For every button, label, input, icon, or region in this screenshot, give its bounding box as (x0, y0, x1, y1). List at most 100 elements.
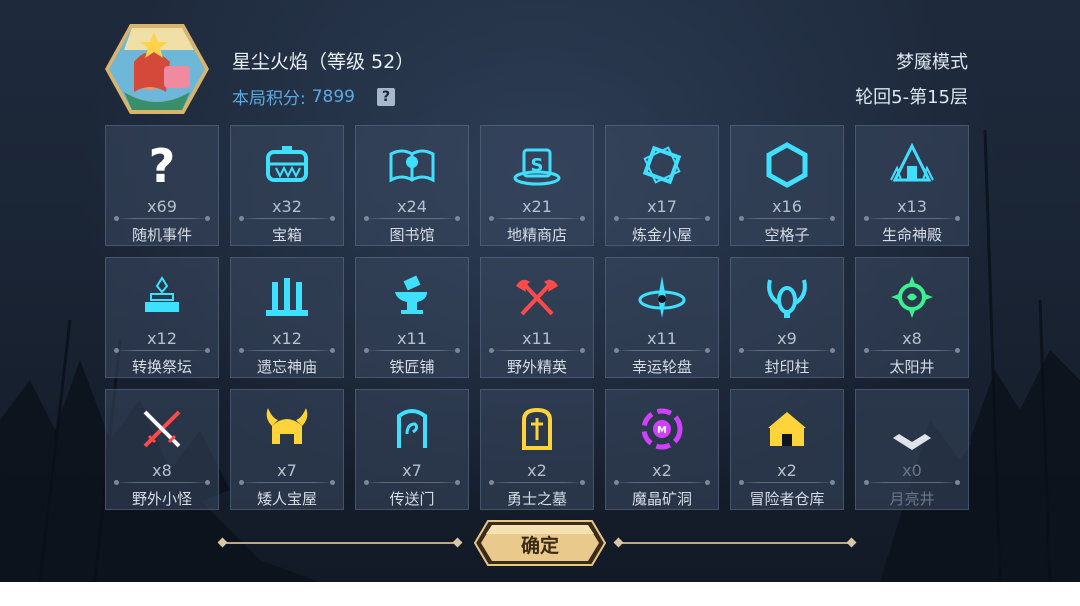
event-count: x21 (522, 197, 552, 216)
cycle-info: 轮回5-第15层 (855, 87, 968, 108)
tile-divider (114, 348, 210, 353)
confirm-label: 确定 (520, 535, 559, 557)
warehouse-icon (762, 404, 812, 454)
tile-divider (114, 216, 210, 221)
event-count: x16 (772, 197, 802, 216)
event-tile[interactable]: x8 太阳井 (855, 257, 969, 378)
event-tile[interactable]: x24 图书馆 (355, 125, 469, 246)
event-tile[interactable]: x16 空格子 (730, 125, 844, 246)
event-label: 炼金小屋 (631, 226, 692, 244)
tile-divider (239, 216, 335, 221)
question-icon: ? (137, 139, 187, 193)
event-count: x11 (647, 329, 677, 348)
player-name: 星尘火焰（等级 52） (232, 51, 415, 73)
book-icon (387, 140, 437, 190)
game-screen: 星尘火焰（等级 52） 本局积分: 7899 ? 梦魇模式 轮回5-第15层 ?… (0, 0, 1080, 582)
event-count: x7 (402, 461, 422, 480)
anvil-icon (387, 272, 437, 322)
event-tile[interactable]: x11 幸运轮盘 (605, 257, 719, 378)
tile-divider (364, 216, 460, 221)
svg-text:M: M (657, 425, 667, 436)
moon-well-icon (887, 404, 937, 454)
tile-divider (239, 348, 335, 353)
event-tile[interactable]: x17 炼金小屋 (605, 125, 719, 246)
tile-divider (864, 480, 960, 485)
tile-divider (364, 480, 460, 485)
tile-divider (739, 216, 835, 221)
event-tile[interactable]: x7 矮人宝屋 (230, 389, 344, 510)
event-count: x11 (397, 329, 427, 348)
event-count: x69 (147, 197, 177, 216)
event-tile[interactable]: Mx2 魔晶矿洞 (605, 389, 719, 510)
tile-divider (864, 216, 960, 221)
tile-divider (114, 480, 210, 485)
event-label: 冒险者仓库 (749, 490, 825, 508)
event-label: 地精商店 (506, 226, 567, 244)
crystal-mine-icon: M (637, 404, 687, 454)
event-count: x2 (652, 461, 672, 480)
event-label: 铁匠铺 (389, 358, 435, 376)
event-label: 太阳井 (889, 358, 935, 376)
event-tile[interactable]: ? x69 随机事件 (105, 125, 219, 246)
event-count: x8 (902, 329, 922, 348)
event-count: x0 (902, 461, 922, 480)
tile-divider (239, 480, 335, 485)
event-tile[interactable]: x12 转换祭坛 (105, 257, 219, 378)
event-tile[interactable]: x11 野外精英 (480, 257, 594, 378)
tile-divider (739, 348, 835, 353)
portal-icon (387, 404, 437, 454)
tile-divider (489, 216, 585, 221)
event-label: 幸运轮盘 (631, 358, 692, 376)
shrine-icon (262, 272, 312, 322)
event-tile[interactable]: x2 冒险者仓库 (730, 389, 844, 510)
score-value: 7899 (311, 86, 355, 107)
crossed-axes-icon (512, 272, 562, 322)
event-tile[interactable]: x9 封印柱 (730, 257, 844, 378)
tile-divider (614, 216, 710, 221)
event-tile[interactable]: Sx21 地精商店 (480, 125, 594, 246)
event-tile[interactable]: x2 勇士之墓 (480, 389, 594, 510)
tile-divider (864, 348, 960, 353)
tile-divider (614, 480, 710, 485)
event-count: x9 (777, 329, 797, 348)
svg-text:?: ? (149, 140, 176, 190)
event-grid: ? x69 随机事件 x32 宝箱 x24 图书馆 Sx21 地精商店 x17 炼金小屋 x16 空格子… (105, 125, 969, 510)
event-label: 月亮井 (889, 490, 935, 508)
event-label: 宝箱 (271, 226, 302, 244)
event-count: x8 (152, 461, 172, 480)
player-avatar[interactable] (104, 22, 210, 116)
tomb-icon (512, 404, 562, 454)
alchemy-icon (637, 140, 687, 190)
event-count: x12 (147, 329, 177, 348)
event-label: 转换祭坛 (131, 358, 192, 376)
bottom-strip (0, 582, 1080, 606)
divider-right (618, 542, 852, 544)
event-count: x12 (272, 329, 302, 348)
event-tile[interactable]: x8 野外小怪 (105, 389, 219, 510)
event-count: x13 (897, 197, 927, 216)
event-tile[interactable]: x0 月亮井 (855, 389, 969, 510)
confirm-button[interactable]: 确定 (474, 520, 606, 566)
help-icon[interactable]: ? (377, 87, 395, 106)
chest-icon (262, 140, 312, 190)
event-count: x17 (647, 197, 677, 216)
event-count: x11 (522, 329, 552, 348)
event-label: 野外小怪 (131, 490, 192, 508)
event-count: x2 (777, 461, 797, 480)
event-tile[interactable]: x11 铁匠铺 (355, 257, 469, 378)
event-tile[interactable]: x32 宝箱 (230, 125, 344, 246)
tile-divider (739, 480, 835, 485)
event-label: 遗忘神庙 (256, 358, 317, 376)
event-tile[interactable]: x7 传送门 (355, 389, 469, 510)
event-label: 矮人宝屋 (256, 490, 317, 508)
event-label: 图书馆 (389, 226, 435, 244)
event-label: 封印柱 (764, 358, 810, 376)
confirm-row: 确定 (222, 520, 852, 566)
event-tile[interactable]: x12 遗忘神庙 (230, 257, 344, 378)
event-count: x32 (272, 197, 302, 216)
crossed-swords-icon (137, 404, 187, 454)
tile-divider (489, 348, 585, 353)
event-label: 传送门 (389, 490, 435, 508)
event-tile[interactable]: x13 生命神殿 (855, 125, 969, 246)
svg-text:S: S (531, 155, 544, 176)
